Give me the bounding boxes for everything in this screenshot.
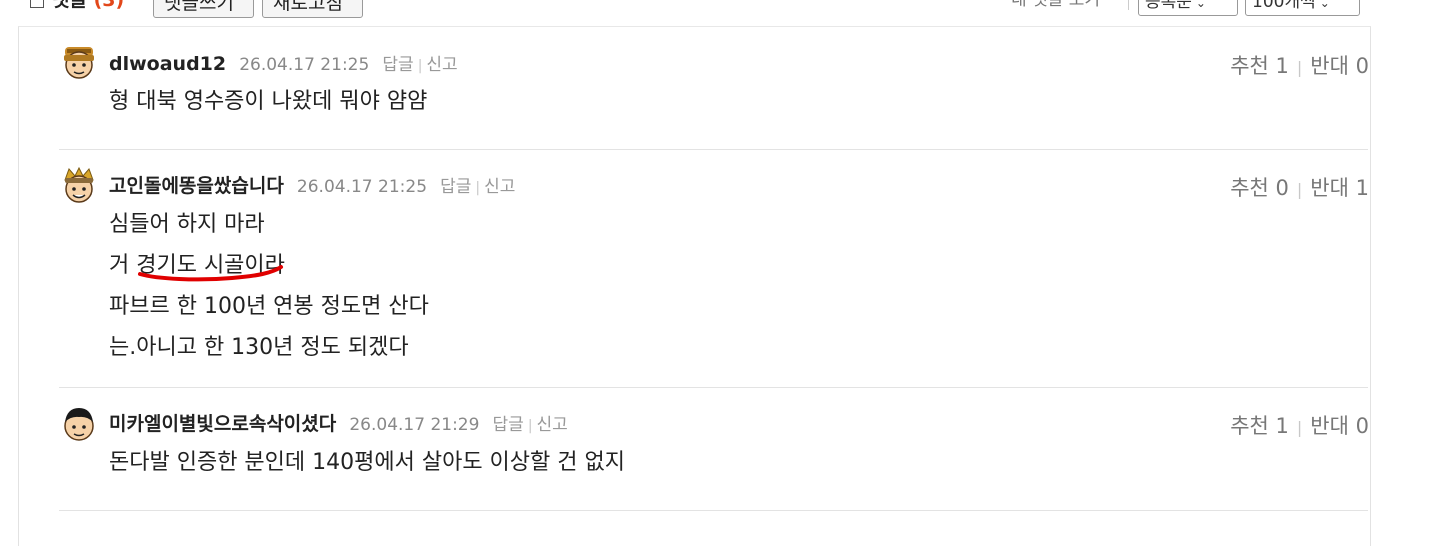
chevron-down-icon: ⌄ [1319,0,1330,10]
my-comments-link[interactable]: 내 댓글 보기 [1011,0,1100,12]
downvote-count: 1 [1355,176,1369,200]
comment-line: 돈다발 인증한 분인데 140평에서 살아도 이상할 건 없지 [109,450,625,475]
comment-body: 돈다발 인증한 분인데 140평에서 살아도 이상할 건 없지 [109,442,625,483]
comment-author[interactable]: dlwoaud12 [109,53,226,75]
avatar-icon[interactable] [59,43,99,83]
separator: | [417,58,423,74]
downvote-count: 0 [1355,414,1369,438]
report-link[interactable]: 신고 [537,415,568,435]
vote-box: 추천 0 | 반대 1 [1230,175,1369,203]
downvote-label: 반대 [1310,176,1349,200]
comment-date: 26.04.17 21:25 [296,177,428,197]
upvote-count: 1 [1275,54,1289,78]
report-link[interactable]: 신고 [484,177,515,197]
comment-meta: dlwoaud12 26.04.17 21:25 답글 | 신고 [109,52,458,78]
comment-section-title: 댓글 (3) [52,0,124,12]
sort-order-select[interactable]: 등록순 ⌄ [1138,0,1238,16]
comment-count: (3) [93,0,125,11]
comment-date: 26.04.17 21:29 [349,415,480,435]
comment-line: 거 경기도 시골이라 [109,253,285,278]
comment-date: 26.04.17 21:25 [239,55,370,75]
toolbar-divider [1128,0,1129,10]
comment-line: 파브르 한 100년 연봉 정도면 산다 [109,294,429,319]
upvote-label: 추천 [1230,176,1269,200]
per-page-select[interactable]: 100개씩 ⌄ [1245,0,1360,16]
downvote-button[interactable]: 반대 0 [1310,414,1369,438]
comment-line: 심들어 하지 마라 [109,212,265,237]
avatar-icon[interactable] [59,166,99,206]
separator: | [1296,418,1303,437]
comment-divider [59,387,1368,388]
avatar-icon[interactable] [59,404,99,444]
comment-title-label: 댓글 [52,0,87,11]
comment-line: 는.아니고 한 130년 정도 되겠다 [109,335,409,360]
comment-author[interactable]: 미카엘이별빛으로속삭이셨다 [109,413,336,435]
reply-link[interactable]: 답글 [493,415,524,435]
comment-item: 미카엘이별빛으로속삭이셨다 26.04.17 21:29 답글 | 신고 추천 1 |… [59,404,1369,509]
upvote-button[interactable]: 추천 0 [1230,176,1289,200]
comment-body: 심들어 하지 마라 거 경기도 시골이라 파브르 한 100년 연봉 정도면 산… [109,204,429,368]
upvote-button[interactable]: 추천 1 [1230,54,1289,78]
comment-list: dlwoaud12 26.04.17 21:25 답글 | 신고 추천 1 | 반대 0… [18,26,1371,546]
downvote-count: 0 [1355,54,1369,78]
upvote-count: 0 [1275,176,1289,200]
comment-divider [59,510,1368,511]
upvote-button[interactable]: 추천 1 [1230,414,1289,438]
downvote-label: 반대 [1310,54,1349,78]
comment-line: 형 대북 영수증이 나왔데 뭐야 얌얌 [109,89,428,114]
comment-toolbar: 댓글 (3) 댓글쓰기 새로고침 내 댓글 보기 등록순 ⌄ 100개씩 ⌄ [0,0,1436,26]
comment-author[interactable]: 고인돌에똥을쌌습니다 [109,175,284,197]
write-comment-button[interactable]: 댓글쓰기 [153,0,254,18]
comment-item: 고인돌에똥을쌌습니다 26.04.17 21:25 답글 | 신고 추천 0 | 반대 … [59,166,1369,366]
comment-body: 형 대북 영수증이 나왔데 뭐야 얌얌 [109,81,427,122]
upvote-label: 추천 [1230,414,1269,438]
per-page-value: 100개씩 [1252,0,1316,12]
sort-order-value: 등록순 [1145,0,1192,12]
upvote-label: 추천 [1230,54,1269,78]
comment-meta: 미카엘이별빛으로속삭이셨다 26.04.17 21:29 답글 | 신고 [109,412,568,438]
separator: | [1296,58,1303,77]
separator: | [527,418,533,434]
comment-meta: 고인돌에똥을쌌습니다 26.04.17 21:25 답글 | 신고 [109,174,515,200]
checkbox-icon[interactable] [30,0,44,8]
comment-divider [59,149,1368,150]
upvote-count: 1 [1275,414,1289,438]
report-link[interactable]: 신고 [426,55,457,75]
separator: | [475,180,481,196]
reply-link[interactable]: 답글 [440,177,471,197]
reply-link[interactable]: 답글 [382,55,413,75]
downvote-label: 반대 [1310,414,1349,438]
separator: | [1296,180,1303,199]
refresh-button[interactable]: 새로고침 [262,0,363,18]
chevron-down-icon: ⌄ [1195,0,1206,10]
vote-box: 추천 1 | 반대 0 [1230,53,1369,81]
comment-item: dlwoaud12 26.04.17 21:25 답글 | 신고 추천 1 | 반대 0… [59,43,1369,148]
downvote-button[interactable]: 반대 0 [1310,54,1369,78]
vote-box: 추천 1 | 반대 0 [1230,413,1369,441]
downvote-button[interactable]: 반대 1 [1310,176,1369,200]
